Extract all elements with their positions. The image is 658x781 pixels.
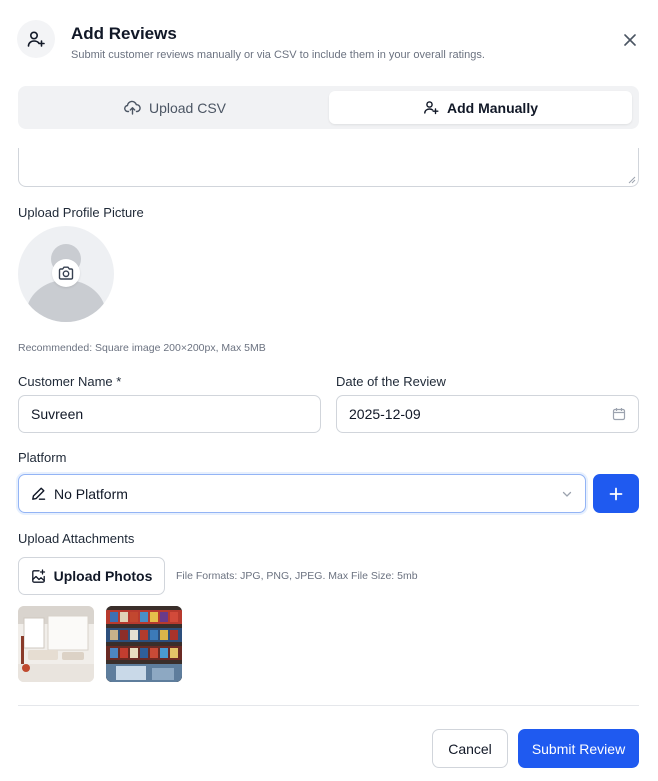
profile-picture-label: Upload Profile Picture [18,205,144,220]
avatar-upload[interactable] [18,226,114,322]
platform-select[interactable]: No Platform [18,474,586,513]
cloud-upload-icon [124,100,141,115]
resize-handle-icon[interactable] [628,176,636,184]
tab-add-manually[interactable]: Add Manually [329,91,632,124]
attachments-label: Upload Attachments [18,531,135,546]
tab-switcher: Upload CSV Add Manually [18,86,639,129]
image-plus-icon [31,568,45,583]
add-platform-button[interactable] [593,474,639,513]
review-textarea[interactable] [18,148,639,187]
camera-icon[interactable] [52,259,80,287]
submit-review-button[interactable]: Submit Review [518,729,639,768]
pen-icon [31,486,46,501]
tab-add-manually-label: Add Manually [446,99,538,116]
attachment-thumbnail[interactable] [106,606,182,682]
close-button[interactable] [618,28,642,52]
close-icon [624,34,636,46]
customer-name-label: Customer Name * [18,374,122,389]
customer-name-input[interactable]: Suvreen [18,395,321,433]
chevron-down-icon [562,491,572,497]
platform-selected-value: No Platform [54,485,128,502]
dialog-subtitle: Submit customer reviews manually or via … [71,49,485,61]
user-plus-icon [17,20,55,58]
platform-label: Platform [18,450,67,465]
attachment-thumbnail[interactable] [18,606,94,682]
review-date-label: Date of the Review [336,374,446,389]
customer-name-value: Suvreen [31,406,84,422]
plus-icon [609,487,623,500]
dialog-title: Add Reviews [71,24,177,43]
cancel-button[interactable]: Cancel [432,729,508,768]
upload-photos-label: Upload Photos [53,568,153,584]
review-date-value: 2025-12-09 [349,406,421,422]
tab-upload-csv[interactable]: Upload CSV [24,91,326,124]
calendar-icon[interactable] [612,407,626,421]
attachments-hint: File Formats: JPG, PNG, JPEG. Max File S… [176,570,418,582]
upload-photos-button[interactable]: Upload Photos [18,557,165,595]
footer-divider [18,705,639,706]
tab-upload-csv-label: Upload CSV [148,99,227,116]
review-date-input[interactable]: 2025-12-09 [336,395,639,433]
profile-picture-hint: Recommended: Square image 200×200px, Max… [18,342,266,354]
dialog-header: Add Reviews Submit customer reviews manu… [0,0,658,80]
user-plus-icon [424,101,439,115]
